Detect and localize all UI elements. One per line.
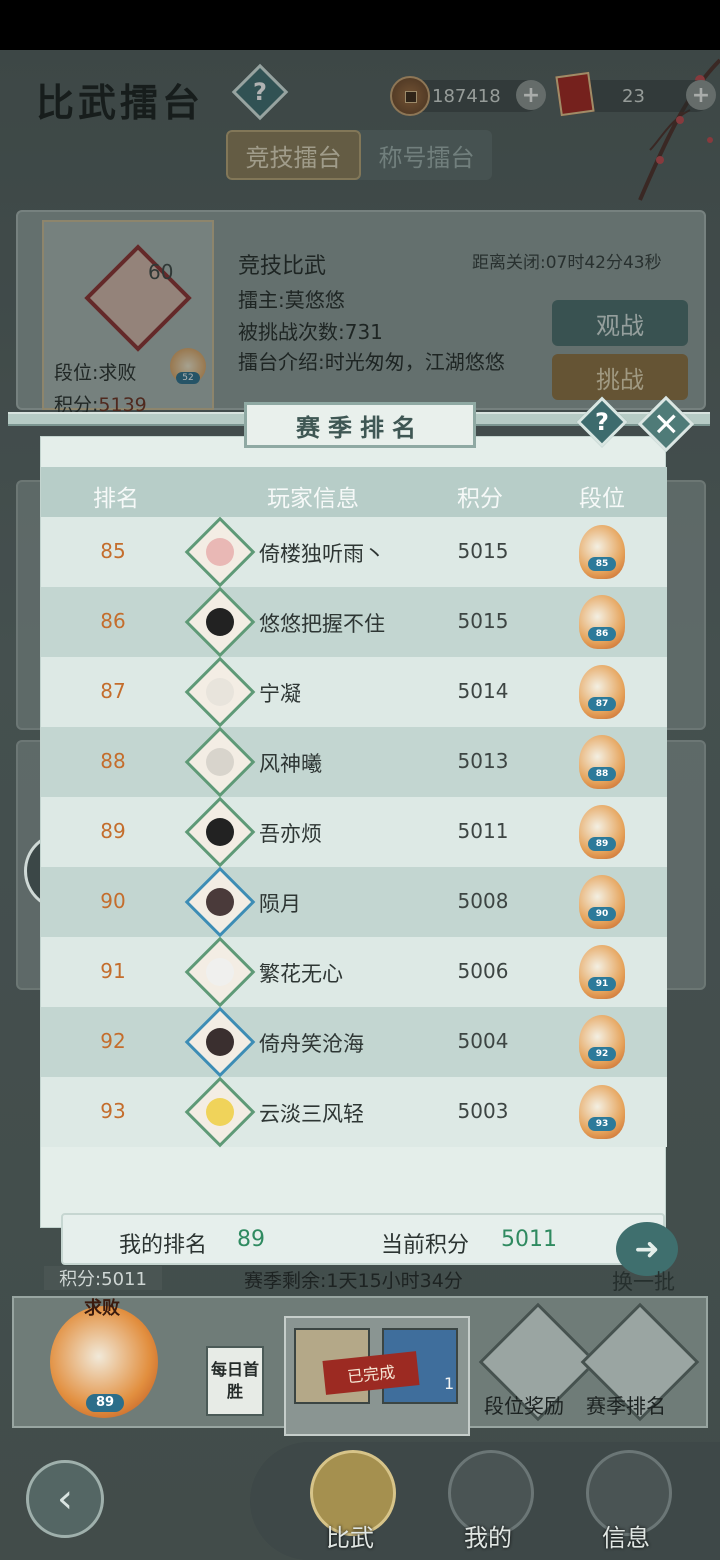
player-name: 云淡三风轻 [259, 1102, 364, 1126]
player-avatar[interactable] [184, 517, 256, 588]
player-score: 5003 [457, 1099, 509, 1123]
player-avatar[interactable] [184, 866, 256, 938]
tier-badge-icon: 86 [579, 595, 625, 649]
player-avatar[interactable] [184, 796, 256, 868]
player-avatar[interactable] [184, 586, 256, 658]
tier-badge-icon: 88 [579, 735, 625, 789]
row-rank: 91 [100, 959, 126, 983]
tier-badge-icon: 92 [579, 1015, 625, 1069]
nav-duel-label[interactable]: 比武 [326, 1518, 374, 1553]
tier-badge-icon: 90 [579, 875, 625, 929]
bottom-nav: ‹ 比武 我的 信息 [0, 1434, 720, 1560]
col-rank: 排名 [93, 486, 139, 512]
player-avatar[interactable] [184, 936, 256, 1008]
col-score: 积分 [457, 486, 503, 512]
player-name: 宁凝 [259, 682, 301, 706]
modal-title: 赛季排名 [244, 402, 476, 448]
tier-badge-icon: 89 [579, 805, 625, 859]
row-rank: 86 [100, 609, 126, 633]
player-score: 5015 [457, 609, 509, 633]
player-avatar[interactable] [184, 656, 256, 728]
player-avatar[interactable] [184, 726, 256, 798]
player-score: 5004 [457, 1029, 509, 1053]
season-ranking-modal: 排名 玩家信息 积分 段位 85 倚楼独听雨丶 5015 85 86 悠悠把握不… [40, 436, 667, 1265]
player-name: 风神曦 [259, 752, 322, 776]
season-ranking-button[interactable]: 赛季排名 [586, 1390, 666, 1419]
season-remaining: 赛季剩余:1天15小时34分 [244, 1270, 463, 1292]
row-rank: 85 [100, 539, 126, 563]
player-score: 5008 [457, 889, 509, 913]
player-avatar[interactable] [184, 1006, 256, 1078]
col-tier: 段位 [579, 486, 625, 512]
col-player-info: 玩家信息 [267, 486, 359, 512]
reward-quantity: 1 [444, 1374, 455, 1393]
player-name: 吾亦烦 [259, 822, 322, 846]
table-row[interactable]: 85 倚楼独听雨丶 5015 85 [41, 517, 667, 588]
row-rank: 90 [100, 889, 126, 913]
tier-badge-icon: 91 [579, 945, 625, 999]
table-row[interactable]: 87 宁凝 5014 87 [41, 656, 667, 728]
player-score-badge: 积分:5011 [44, 1266, 162, 1290]
table-row[interactable]: 93 云淡三风轻 5003 93 [41, 1076, 667, 1148]
refresh-button[interactable]: 换一批 [612, 1266, 675, 1296]
row-rank: 88 [100, 749, 126, 773]
table-row[interactable]: 89 吾亦烦 5011 89 [41, 796, 667, 868]
back-button[interactable]: ‹ [26, 1460, 104, 1538]
player-avatar[interactable] [184, 1076, 256, 1148]
rank-emblem-icon[interactable]: 89 [50, 1306, 158, 1418]
tier-badge-icon: 87 [579, 665, 625, 719]
player-name: 陨月 [259, 892, 301, 916]
player-name: 悠悠把握不住 [259, 612, 385, 636]
row-rank: 89 [100, 819, 126, 843]
player-name: 倚楼独听雨丶 [259, 542, 385, 566]
my-rank-value: 89 [237, 1227, 265, 1252]
table-row[interactable]: 86 悠悠把握不住 5015 86 [41, 586, 667, 658]
current-score-label: 当前积分 [381, 1233, 470, 1258]
row-rank: 87 [100, 679, 126, 703]
my-ranking-bar: 我的排名 89 当前积分 5011 [61, 1213, 665, 1265]
player-name: 繁花无心 [259, 962, 343, 986]
player-name: 倚舟笑沧海 [259, 1032, 364, 1056]
table-row[interactable]: 90 陨月 5008 90 [41, 866, 667, 938]
daily-first-win-label: 每日首胜 [206, 1346, 264, 1416]
my-rank-label: 我的排名 [119, 1233, 208, 1258]
tier-badge-icon: 85 [579, 525, 625, 579]
player-score: 5006 [457, 959, 509, 983]
nav-info-label[interactable]: 信息 [602, 1518, 650, 1553]
table-row[interactable]: 92 倚舟笑沧海 5004 92 [41, 1006, 667, 1078]
row-rank: 92 [100, 1029, 126, 1053]
current-score-value: 5011 [501, 1227, 557, 1252]
tier-badge-icon: 93 [579, 1085, 625, 1139]
ranking-list[interactable]: 85 倚楼独听雨丶 5015 85 86 悠悠把握不住 5015 86 87 宁… [41, 517, 667, 1157]
ranking-table-header: 排名 玩家信息 积分 段位 [41, 467, 667, 517]
table-row[interactable]: 91 繁花无心 5006 91 [41, 936, 667, 1008]
game-screen: 比武擂台 ? 187418 + 23 + 竞技擂台 称号擂台 60 段位:求败 … [0, 50, 720, 1560]
table-row[interactable]: 88 风神曦 5013 88 [41, 726, 667, 798]
nav-mine-label[interactable]: 我的 [464, 1518, 512, 1553]
player-score: 5015 [457, 539, 509, 563]
tier-reward-button[interactable]: 段位奖励 [484, 1390, 564, 1419]
player-score: 5011 [457, 819, 509, 843]
rank-emblem-label: 求败 [84, 1298, 120, 1319]
player-score: 5014 [457, 679, 509, 703]
player-score: 5013 [457, 749, 509, 773]
row-rank: 93 [100, 1099, 126, 1123]
